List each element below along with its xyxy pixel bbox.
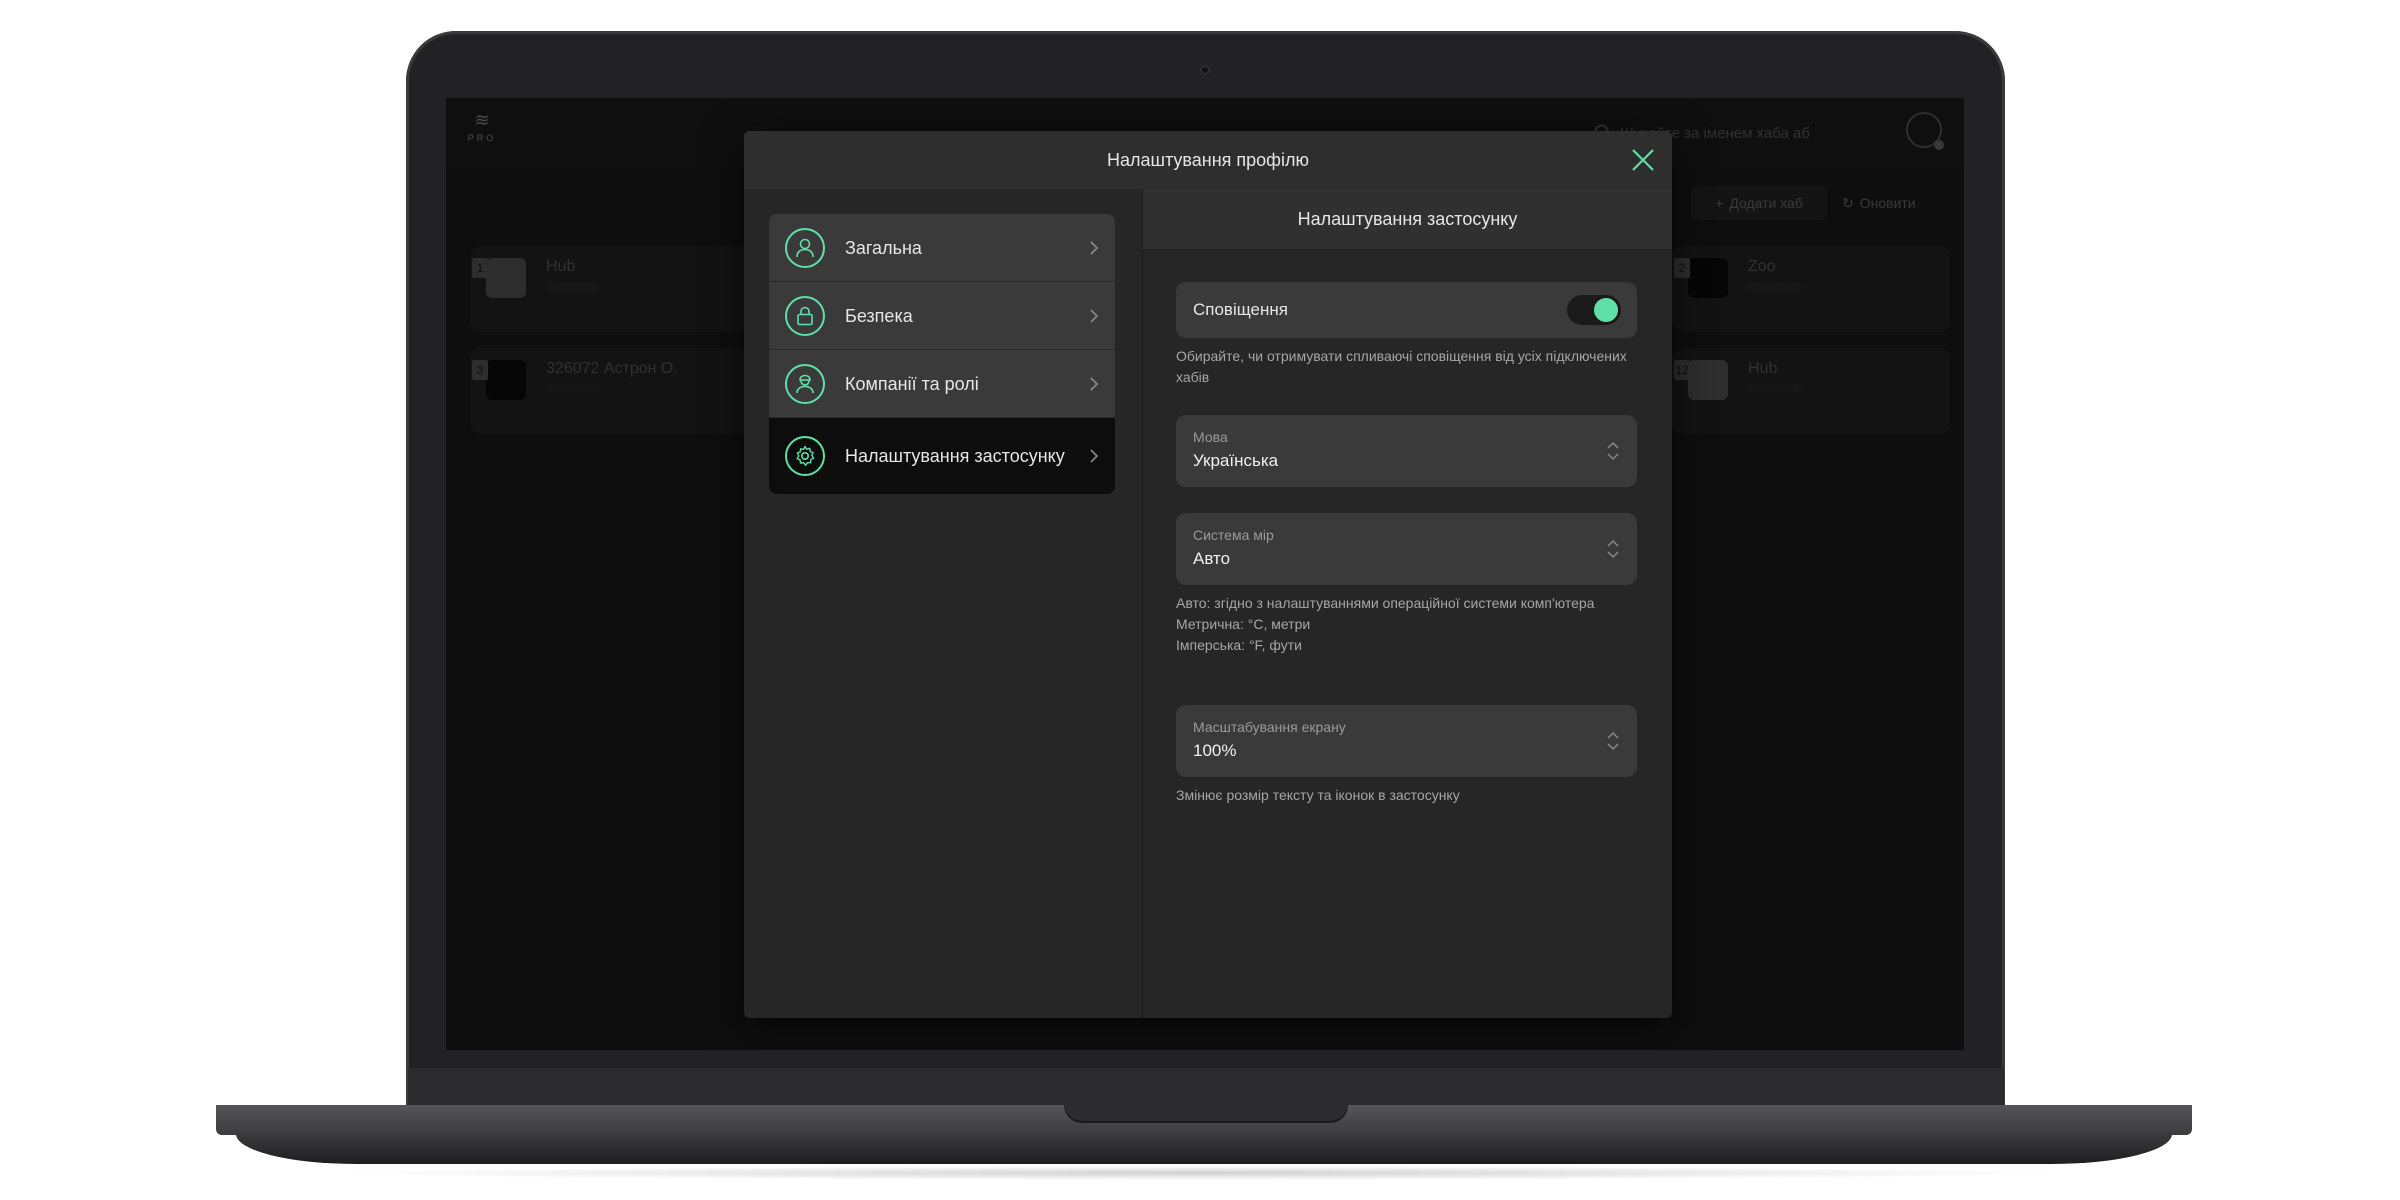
user-icon: [785, 227, 825, 268]
chevron-right-icon: [1090, 449, 1099, 463]
chevron-right-icon: [1090, 240, 1099, 255]
close-icon: [1632, 149, 1654, 171]
installer-icon: [785, 363, 825, 404]
units-select[interactable]: Система мір Авто: [1176, 513, 1637, 585]
chevron-right-icon: [1090, 376, 1099, 391]
laptop-shadow: [320, 1166, 2080, 1180]
menu-item-label: Загальна: [845, 237, 922, 258]
notifications-row: Сповіщення: [1176, 282, 1637, 338]
updown-chevron-icon: [1607, 539, 1619, 559]
scale-value: 100%: [1193, 741, 1237, 760]
scale-caption: Масштабування екрану: [1193, 719, 1346, 735]
units-hint-line: Імперська: °F, фути: [1176, 637, 1302, 653]
settings-menu-pane: Загальна Безпека Компанії та ролі Налашт…: [744, 189, 1142, 1018]
toggle-knob: [1594, 298, 1618, 322]
notifications-toggle[interactable]: [1567, 295, 1621, 325]
menu-item-app-settings[interactable]: Налаштування застосунку: [769, 418, 1115, 494]
updown-chevron-icon: [1607, 441, 1619, 461]
chevron-right-icon: [1090, 308, 1099, 323]
settings-menu: Загальна Безпека Компанії та ролі Налашт…: [769, 214, 1115, 494]
section-title: Налаштування застосунку: [1143, 189, 1672, 249]
laptop-base-lip: [236, 1134, 2172, 1164]
screen-scale-select[interactable]: Масштабування екрану 100%: [1176, 705, 1637, 777]
scale-hint: Змінює розмір тексту та іконок в застосу…: [1176, 787, 1460, 803]
units-value: Авто: [1193, 549, 1231, 568]
close-button[interactable]: [1628, 145, 1658, 175]
language-value: Українська: [1193, 451, 1279, 470]
units-hint-line: Метрична: °C, метри: [1176, 616, 1311, 632]
gear-icon: [785, 436, 825, 476]
laptop-mockup: ≋ PRO Шукайте за іменем хаба аб + Додати…: [0, 0, 2400, 1200]
language-select[interactable]: Мова Українська: [1176, 415, 1637, 487]
lock-icon: [785, 295, 825, 336]
units-hint-line: Авто: згідно з налаштуваннями операційно…: [1176, 595, 1595, 611]
dialog-title: Налаштування профілю: [1107, 149, 1309, 170]
menu-item-companies-roles[interactable]: Компанії та ролі: [769, 350, 1115, 418]
language-caption: Мова: [1193, 429, 1228, 445]
notifications-label: Сповіщення: [1193, 300, 1288, 319]
camera: [1200, 65, 1210, 75]
screen: ≋ PRO Шукайте за іменем хаба аб + Додати…: [446, 98, 1964, 1050]
updown-chevron-icon: [1607, 731, 1619, 751]
laptop-notch: [1064, 1105, 1348, 1123]
units-hint: Авто: згідно з налаштуваннями операційно…: [1176, 593, 1637, 656]
dialog-header: Налаштування профілю: [744, 131, 1672, 189]
menu-item-label: Налаштування застосунку: [845, 446, 1065, 466]
profile-settings-dialog: Налаштування профілю Загальна Безпека Ко…: [744, 131, 1672, 1018]
units-caption: Система мір: [1193, 527, 1274, 543]
menu-item-general[interactable]: Загальна: [769, 214, 1115, 282]
app-settings-pane: Налаштування застосунку Сповіщення Обира…: [1143, 189, 1672, 1018]
notifications-hint: Обирайте, чи отримувати спливаючі сповіщ…: [1176, 348, 1627, 385]
menu-item-label: Безпека: [845, 305, 913, 326]
laptop-chin: [408, 1068, 2004, 1107]
menu-item-label: Компанії та ролі: [845, 373, 979, 394]
menu-item-security[interactable]: Безпека: [769, 282, 1115, 350]
